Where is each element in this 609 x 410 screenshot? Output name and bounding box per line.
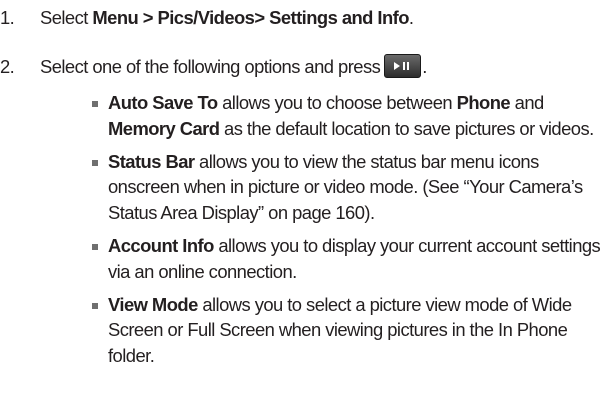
option-term: View Mode xyxy=(108,293,198,315)
step-number: 2. xyxy=(0,56,15,77)
step-text: Select one of the following options and … xyxy=(40,54,427,79)
option-term: Auto Save To xyxy=(108,92,218,113)
option-auto-save-to: Auto Save To allows you to choose betwee… xyxy=(92,90,602,142)
options-list: Auto Save To allows you to choose betwee… xyxy=(92,90,602,376)
bullet-icon xyxy=(92,159,98,166)
option-account-info: Account Info allows you to display your … xyxy=(92,233,602,285)
step-number: 1. xyxy=(0,7,15,28)
step-text: Select Menu > Pics/Videos> Settings and … xyxy=(40,7,414,28)
play-pause-key-icon xyxy=(384,54,422,79)
menu-path: Menu > Pics/Videos> Settings and Info xyxy=(92,7,409,28)
bullet-icon xyxy=(92,302,98,309)
bullet-icon xyxy=(92,243,98,250)
option-term: Account Info xyxy=(108,234,214,256)
option-status-bar: Status Bar allows you to view the status… xyxy=(92,149,602,226)
bullet-icon xyxy=(92,101,98,107)
option-view-mode: View Mode allows you to select a picture… xyxy=(92,292,602,369)
option-term: Status Bar xyxy=(108,150,195,172)
